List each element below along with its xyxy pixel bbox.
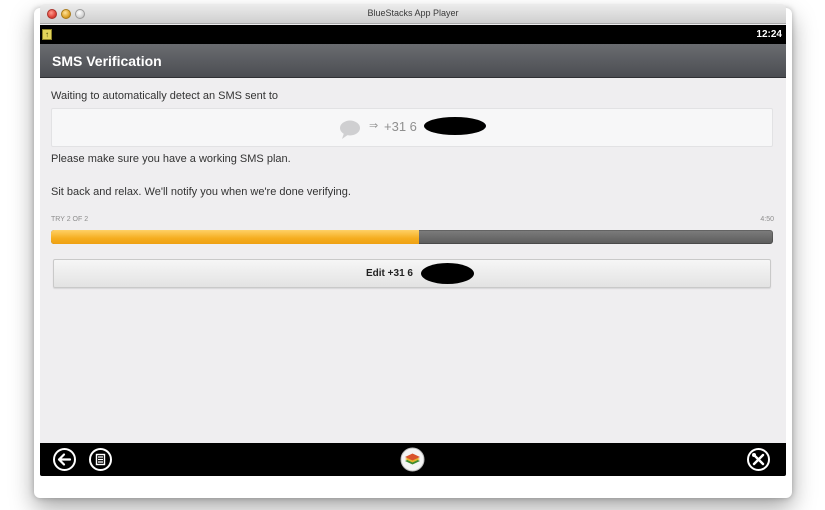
countdown-timer: 4:50 [760,216,774,223]
window-title: BlueStacks App Player [367,8,459,18]
sms-bubble-icon [339,120,361,140]
navigation-bar [40,443,786,476]
phone-number-panel: ⇒ +31 6 [51,108,773,147]
menu-icon[interactable] [88,447,113,472]
progress-fill [51,230,420,244]
redacted-digits [424,117,486,135]
verification-progress-bar [51,230,773,244]
waiting-text: Waiting to automatically detect an SMS s… [51,90,279,102]
notification-icon[interactable]: ↑ [42,29,52,40]
redacted-digits [421,263,474,284]
sms-plan-text: Please make sure you have a working SMS … [51,153,291,165]
app-window: BlueStacks App Player ↑ 12:24 SMS Verifi… [40,4,786,476]
action-bar: SMS Verification [40,44,786,78]
relax-text: Sit back and relax. We'll notify you whe… [51,186,351,198]
phone-number: +31 6 [384,119,417,134]
status-clock: 12:24 [756,29,782,40]
edit-number-label: Edit +31 6 [366,268,413,279]
tools-icon[interactable] [746,447,771,472]
page-title: SMS Verification [52,53,162,69]
main-content: Waiting to automatically detect an SMS s… [40,79,786,443]
title-bar[interactable]: BlueStacks App Player [40,4,786,24]
bluestacks-logo-icon[interactable] [400,447,425,472]
back-icon[interactable] [52,447,77,472]
try-counter: TRY 2 OF 2 [51,216,89,223]
edit-number-button[interactable]: Edit +31 6 [53,259,771,288]
status-bar: ↑ 12:24 [40,25,786,44]
arrow-icon: ⇒ [369,120,379,132]
